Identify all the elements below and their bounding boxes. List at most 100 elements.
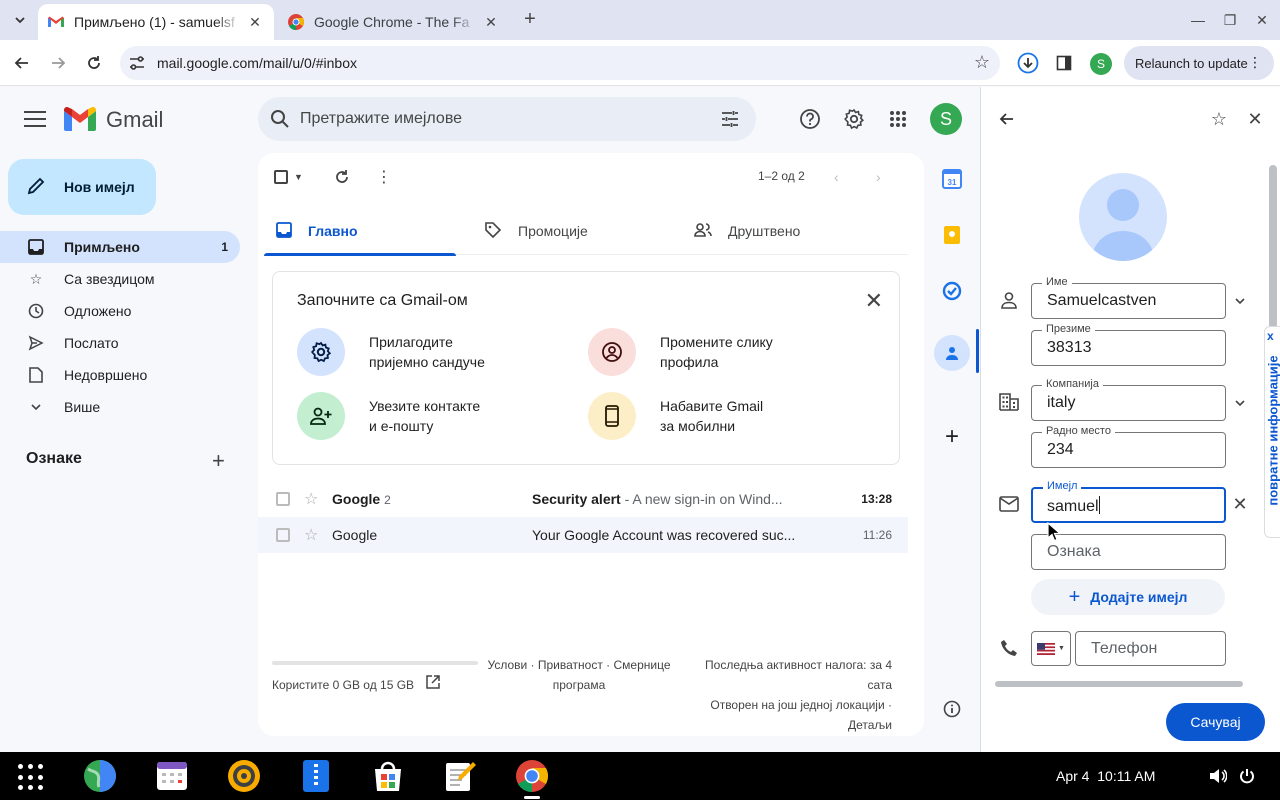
expand-company-icon[interactable]: [1228, 391, 1252, 415]
scroll-thumb[interactable]: [995, 681, 1243, 687]
launcher-icon[interactable]: [18, 764, 46, 792]
contacts-icon[interactable]: [934, 335, 970, 371]
tasks-icon[interactable]: [940, 279, 964, 303]
search-bar[interactable]: Претражите имејлове: [258, 97, 756, 141]
nav-item-starred[interactable]: ☆ Са звездицом: [0, 263, 240, 295]
contact-photo-placeholder[interactable]: [1079, 173, 1167, 261]
open-in-new-icon[interactable]: [426, 675, 440, 692]
row-checkbox[interactable]: [276, 492, 290, 506]
next-page-icon[interactable]: ›: [876, 167, 881, 187]
compose-button[interactable]: Нов имејл: [8, 159, 156, 215]
restore-icon[interactable]: ❐: [1218, 8, 1242, 32]
volume-icon[interactable]: [1208, 766, 1228, 786]
email-field[interactable]: Имејл samuel: [1031, 480, 1226, 523]
calendar-app-icon[interactable]: [154, 758, 190, 794]
feedback-tab[interactable]: x повратне информације: [1264, 326, 1280, 538]
info-icon[interactable]: [940, 697, 964, 721]
select-all-checkbox[interactable]: ▼: [274, 167, 303, 187]
last-name-field[interactable]: Презиме 38313: [1031, 323, 1226, 366]
apps-grid-icon[interactable]: [886, 107, 910, 131]
email-row[interactable]: ☆ Google Your Google Account was recover…: [258, 517, 908, 553]
row-checkbox[interactable]: [276, 528, 290, 542]
globe-app-icon[interactable]: [82, 758, 118, 794]
relaunch-button[interactable]: Relaunch to update ⋮: [1124, 46, 1274, 80]
browser-profile-avatar[interactable]: S: [1090, 53, 1112, 75]
close-tab-icon[interactable]: ✕: [482, 14, 500, 31]
mail-icon: [997, 492, 1021, 516]
horizontal-scrollbar[interactable]: [985, 679, 1263, 689]
unread-count: 1: [221, 240, 228, 254]
star-icon[interactable]: ☆: [304, 525, 318, 545]
expand-name-icon[interactable]: [1228, 289, 1252, 313]
help-icon[interactable]: [798, 107, 822, 131]
back-icon[interactable]: [10, 51, 34, 75]
music-app-icon[interactable]: [226, 758, 262, 794]
tab-search-button[interactable]: [8, 9, 32, 31]
gs-customize-inbox[interactable]: Прилагодите пријемно сандуче: [297, 328, 485, 376]
chrome-app-icon[interactable]: [514, 758, 550, 794]
close-tab-icon[interactable]: ✕: [246, 14, 264, 31]
clock[interactable]: Apr 4 10:11 AM: [1056, 768, 1155, 784]
nav-item-snoozed[interactable]: Одложено: [0, 295, 240, 327]
site-info-icon[interactable]: [128, 54, 146, 72]
country-code-select[interactable]: ▼: [1031, 631, 1071, 666]
main-menu-icon[interactable]: [24, 111, 46, 127]
calendar-icon[interactable]: 31: [940, 167, 964, 191]
forward-icon[interactable]: [46, 51, 70, 75]
footer-links[interactable]: Услови · Приватност · Смернице програма: [484, 655, 674, 695]
tab-chrome[interactable]: Google Chrome - The Fa ✕: [278, 4, 510, 40]
first-name-field[interactable]: Име Samuelcastven: [1031, 276, 1226, 319]
text-editor-app-icon[interactable]: [442, 758, 478, 794]
field-label: Компанија: [1042, 378, 1103, 390]
store-app-icon[interactable]: [370, 758, 406, 794]
refresh-icon[interactable]: [334, 167, 350, 187]
address-bar[interactable]: mail.google.com/mail/u/0/#inbox ☆: [120, 46, 1000, 80]
tab-gmail[interactable]: Примљено (1) - samuelsf ✕: [38, 4, 274, 40]
minimize-icon[interactable]: —: [1186, 8, 1210, 32]
email-row[interactable]: ☆ Google 2 Security alert - A new sign-i…: [258, 481, 908, 517]
add-label-icon[interactable]: +: [212, 448, 225, 474]
phone-field[interactable]: Телефон: [1075, 631, 1226, 666]
add-email-button[interactable]: + Додајте имејл: [1031, 579, 1225, 615]
close-window-icon[interactable]: ✕: [1250, 8, 1274, 32]
tab-social[interactable]: Друштвено: [694, 207, 800, 255]
close-icon[interactable]: ✕: [865, 288, 883, 314]
tab-promotions[interactable]: Промоције: [484, 207, 588, 255]
back-arrow-icon[interactable]: [995, 107, 1019, 131]
caret-down-icon: ▼: [294, 172, 303, 182]
nav-item-inbox[interactable]: Примљено 1: [0, 231, 240, 263]
more-vert-icon[interactable]: ⋮: [376, 167, 392, 187]
download-icon[interactable]: [1016, 51, 1040, 75]
job-title-field[interactable]: Радно место 234: [1031, 425, 1226, 468]
keep-icon[interactable]: [940, 223, 964, 247]
search-options-icon[interactable]: [720, 109, 740, 132]
new-tab-button[interactable]: +: [518, 8, 542, 32]
reload-icon[interactable]: [82, 51, 106, 75]
files-app-icon[interactable]: [298, 758, 334, 794]
account-avatar[interactable]: S: [930, 103, 962, 135]
company-field[interactable]: Компанија italy: [1031, 378, 1226, 421]
nav-item-sent[interactable]: Послато: [0, 327, 240, 359]
gs-get-mobile[interactable]: Набавите Gmail за мобилни: [588, 392, 763, 440]
field-value: Samuelcastven: [1047, 292, 1157, 309]
nav-item-more[interactable]: Више: [0, 391, 240, 423]
add-app-icon[interactable]: +: [940, 423, 964, 450]
tab-primary[interactable]: Главно: [264, 207, 456, 256]
star-icon[interactable]: ☆: [304, 489, 318, 509]
clear-email-icon[interactable]: ✕: [1228, 492, 1252, 516]
nav-item-drafts[interactable]: Недовршено: [0, 359, 240, 391]
details-link[interactable]: Детаљи: [848, 718, 892, 732]
gmail-logo-icon[interactable]: [64, 106, 96, 131]
gs-change-photo[interactable]: Промените слику профила: [588, 328, 773, 376]
power-icon[interactable]: [1237, 766, 1257, 786]
close-icon[interactable]: ✕: [1243, 107, 1267, 131]
prev-page-icon[interactable]: ‹: [834, 167, 839, 187]
bookmark-star-icon[interactable]: ☆: [974, 52, 990, 73]
side-panel-icon[interactable]: [1052, 51, 1076, 75]
save-button[interactable]: Сачувај: [1166, 703, 1265, 741]
settings-icon[interactable]: [842, 107, 866, 131]
search-input[interactable]: Претражите имејлове: [300, 110, 462, 128]
star-icon[interactable]: ☆: [1207, 107, 1231, 131]
gs-import-contacts[interactable]: Увезите контакте и е-пошту: [297, 392, 480, 440]
search-icon[interactable]: [270, 109, 290, 132]
